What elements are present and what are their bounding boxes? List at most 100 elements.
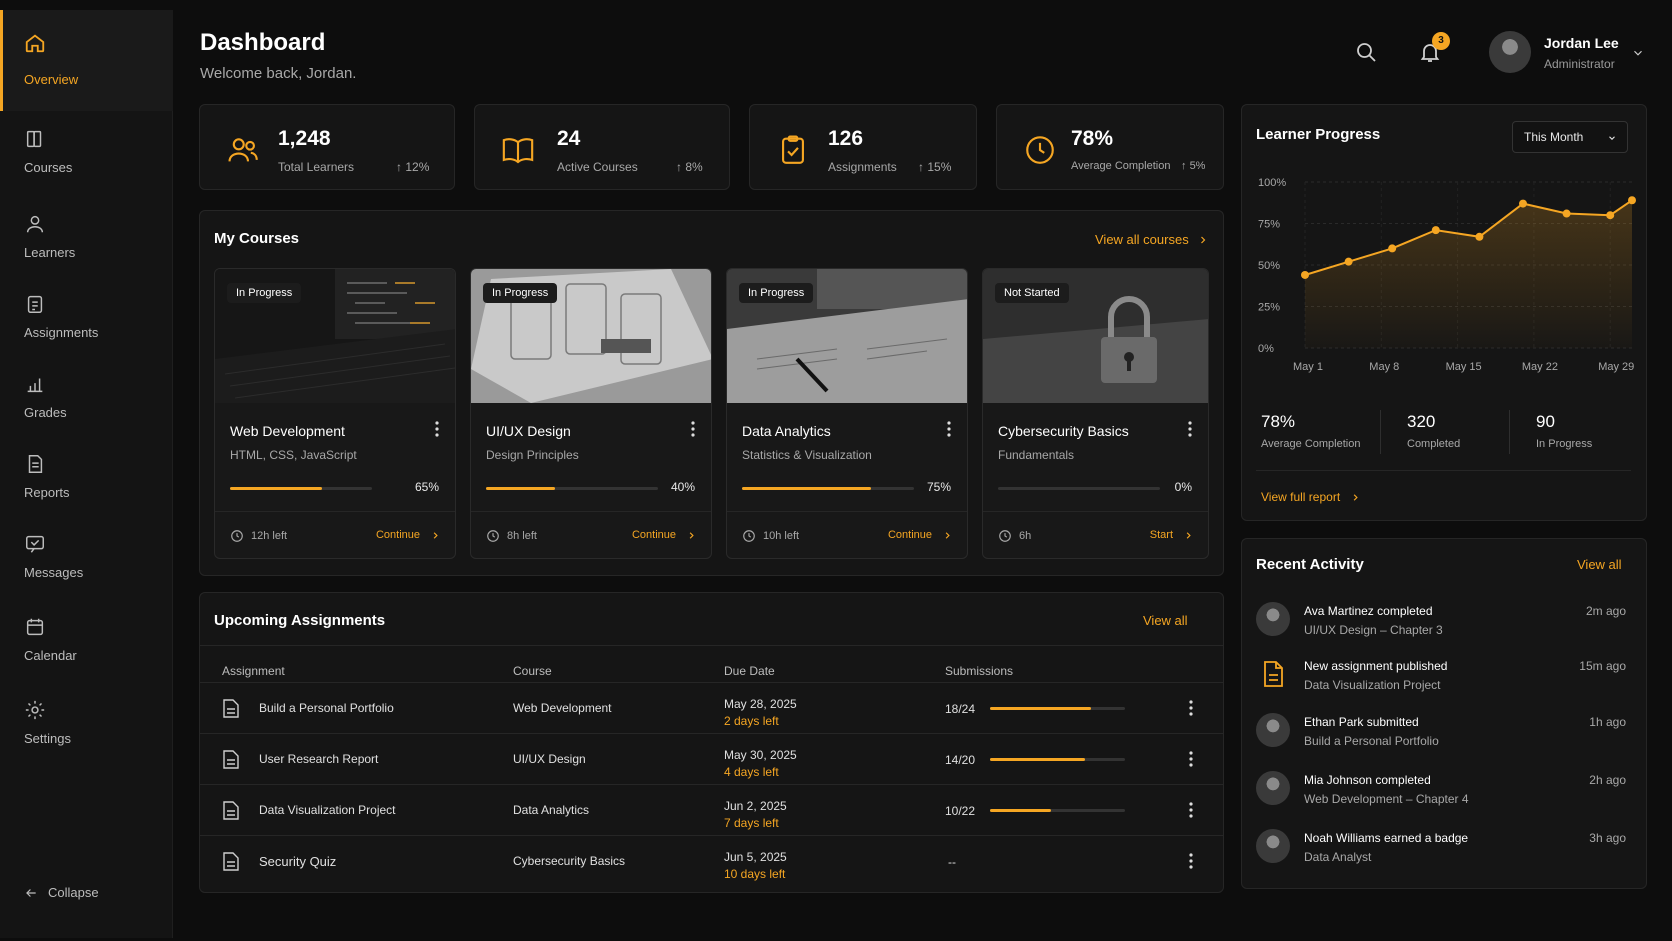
more-vertical-icon[interactable] — [1188, 421, 1192, 437]
status-badge: Not Started — [995, 283, 1069, 303]
list-item[interactable]: Noah Williams earned a badge Data Analys… — [1256, 829, 1640, 879]
continue-button[interactable]: Continue — [376, 529, 441, 541]
list-item[interactable]: Ava Martinez completed UI/UX Design – Ch… — [1256, 602, 1640, 652]
lp-stat-value: 78% — [1261, 412, 1296, 431]
sidebar-item-label: Overview — [24, 72, 79, 87]
course-card-data-analytics[interactable]: In Progress Data Analytics Statistics & … — [726, 268, 968, 559]
series-area — [1305, 200, 1632, 348]
sidebar-item-label: Reports — [24, 485, 70, 500]
document-icon — [223, 801, 239, 820]
app-root: Overview Courses Learners Assignments Gr… — [0, 0, 1672, 941]
submissions-fill — [990, 758, 1085, 761]
view-all-courses-link[interactable]: View all courses — [1095, 232, 1209, 247]
more-vertical-icon[interactable] — [691, 421, 695, 437]
table-row[interactable]: User Research Report UI/UX Design May 30… — [199, 733, 1224, 784]
course-card-web-development[interactable]: In Progress Web Development HTML, CSS, J… — [214, 268, 456, 559]
divider — [727, 511, 967, 512]
divider — [1256, 470, 1631, 471]
view-all-assignments-link[interactable]: View all — [1143, 613, 1188, 628]
avatar[interactable] — [1489, 31, 1531, 73]
chevron-right-icon — [433, 531, 438, 539]
sidebar-item-grades[interactable]: Grades — [0, 373, 173, 455]
search-icon[interactable] — [1354, 40, 1378, 64]
stat-value: 24 — [557, 127, 581, 150]
activity-detail: Build a Personal Portfolio — [1304, 734, 1439, 748]
stat-card-completion: 78% Average Completion ↑ 5% — [996, 104, 1224, 190]
divider — [983, 511, 1208, 512]
start-button[interactable]: Start — [1150, 529, 1194, 541]
view-all-activity-link[interactable]: View all — [1577, 557, 1622, 572]
stat-card-assignments: 126 Assignments ↑ 15% — [749, 104, 977, 190]
course-title: Data Analytics — [742, 423, 831, 439]
list-item[interactable]: Ethan Park submitted Build a Personal Po… — [1256, 713, 1640, 763]
column-header: Course — [513, 664, 552, 678]
progress-fill — [230, 487, 323, 490]
sidebar-item-calendar[interactable]: Calendar — [0, 616, 173, 698]
progress-percent: 0% — [1174, 480, 1192, 494]
period-select[interactable]: This Month — [1512, 121, 1628, 153]
course-card-cybersecurity-basics[interactable]: Not Started Cybersecurity Basics Fundame… — [982, 268, 1209, 559]
progress-bar — [230, 487, 372, 490]
lp-stat-label: Average Completion — [1261, 438, 1361, 450]
stat-label: Active Courses — [557, 160, 638, 174]
continue-button[interactable]: Continue — [632, 529, 697, 541]
sidebar-item-reports[interactable]: Reports — [0, 453, 173, 535]
more-vertical-icon[interactable] — [1189, 802, 1193, 818]
list-item[interactable]: Mia Johnson completed Web Development – … — [1256, 771, 1640, 821]
time-left: 10h left — [742, 529, 799, 543]
days-left: 2 days left — [724, 714, 779, 728]
sidebar-item-assignments[interactable]: Assignments — [0, 293, 173, 375]
section-title: Upcoming Assignments — [214, 612, 386, 629]
more-vertical-icon[interactable] — [435, 421, 439, 437]
assignment-course: Data Analytics — [513, 803, 590, 817]
table-row[interactable]: Build a Personal Portfolio Web Developme… — [199, 682, 1224, 733]
x-tick-label: May 29 — [1598, 361, 1634, 373]
activity-title: Mia Johnson completed — [1304, 773, 1431, 787]
chevron-right-icon — [689, 531, 694, 539]
y-tick-label: 50% — [1258, 260, 1280, 272]
link-label: View all courses — [1095, 232, 1189, 247]
collapse-button[interactable]: Collapse — [24, 885, 99, 900]
clock-icon — [487, 530, 499, 542]
divider — [1509, 410, 1510, 454]
continue-button[interactable]: Continue — [888, 529, 953, 541]
sidebar-item-settings[interactable]: Settings — [0, 699, 173, 781]
x-tick-label: May 1 — [1293, 361, 1323, 373]
submissions-bar — [990, 707, 1125, 710]
chevron-down-icon[interactable] — [1631, 46, 1645, 60]
section-title: My Courses — [214, 230, 300, 247]
more-vertical-icon[interactable] — [947, 421, 951, 437]
status-badge: In Progress — [227, 283, 302, 303]
column-header: Assignment — [222, 664, 285, 678]
table-row[interactable]: Security Quiz Cybersecurity Basics Jun 5… — [199, 835, 1224, 886]
stat-card-learners: 1,248 Total Learners ↑ 12% — [199, 104, 455, 190]
sidebar-item-overview[interactable]: Overview — [0, 10, 173, 111]
course-subtitle: Fundamentals — [998, 448, 1075, 462]
sidebar-item-learners[interactable]: Learners — [0, 213, 173, 295]
course-card-ui-ux-design[interactable]: In Progress UI/UX Design Design Principl… — [470, 268, 712, 559]
clipboard-check-icon — [782, 135, 804, 164]
more-vertical-icon[interactable] — [1189, 700, 1193, 716]
list-item[interactable]: New assignment published Data Visualizat… — [1256, 657, 1640, 707]
due-date: Jun 2, 2025 — [724, 799, 787, 813]
sidebar-item-courses[interactable]: Courses — [0, 128, 173, 210]
table-row[interactable]: Data Visualization Project Data Analytic… — [199, 784, 1224, 835]
assignment-course: Cybersecurity Basics — [513, 854, 626, 868]
avatar — [1256, 771, 1290, 805]
data-point — [1388, 244, 1397, 253]
more-vertical-icon[interactable] — [1189, 853, 1193, 869]
view-full-report-link[interactable]: View full report — [1261, 490, 1361, 504]
more-vertical-icon[interactable] — [1189, 751, 1193, 767]
clock-icon — [999, 530, 1011, 542]
activity-detail: Web Development – Chapter 4 — [1304, 792, 1469, 806]
sidebar-item-messages[interactable]: Messages — [0, 533, 173, 615]
divider — [199, 645, 1224, 646]
progress-bar — [486, 487, 658, 490]
bar-chart-icon — [27, 378, 43, 393]
course-title: Web Development — [230, 423, 345, 439]
lp-stat-label: In Progress — [1536, 438, 1593, 450]
stat-card-courses: 24 Active Courses ↑ 8% — [474, 104, 730, 190]
assignment-name: Security Quiz — [259, 854, 337, 869]
activity-time: 15m ago — [1579, 659, 1626, 673]
stat-value: 78% — [1071, 127, 1114, 150]
